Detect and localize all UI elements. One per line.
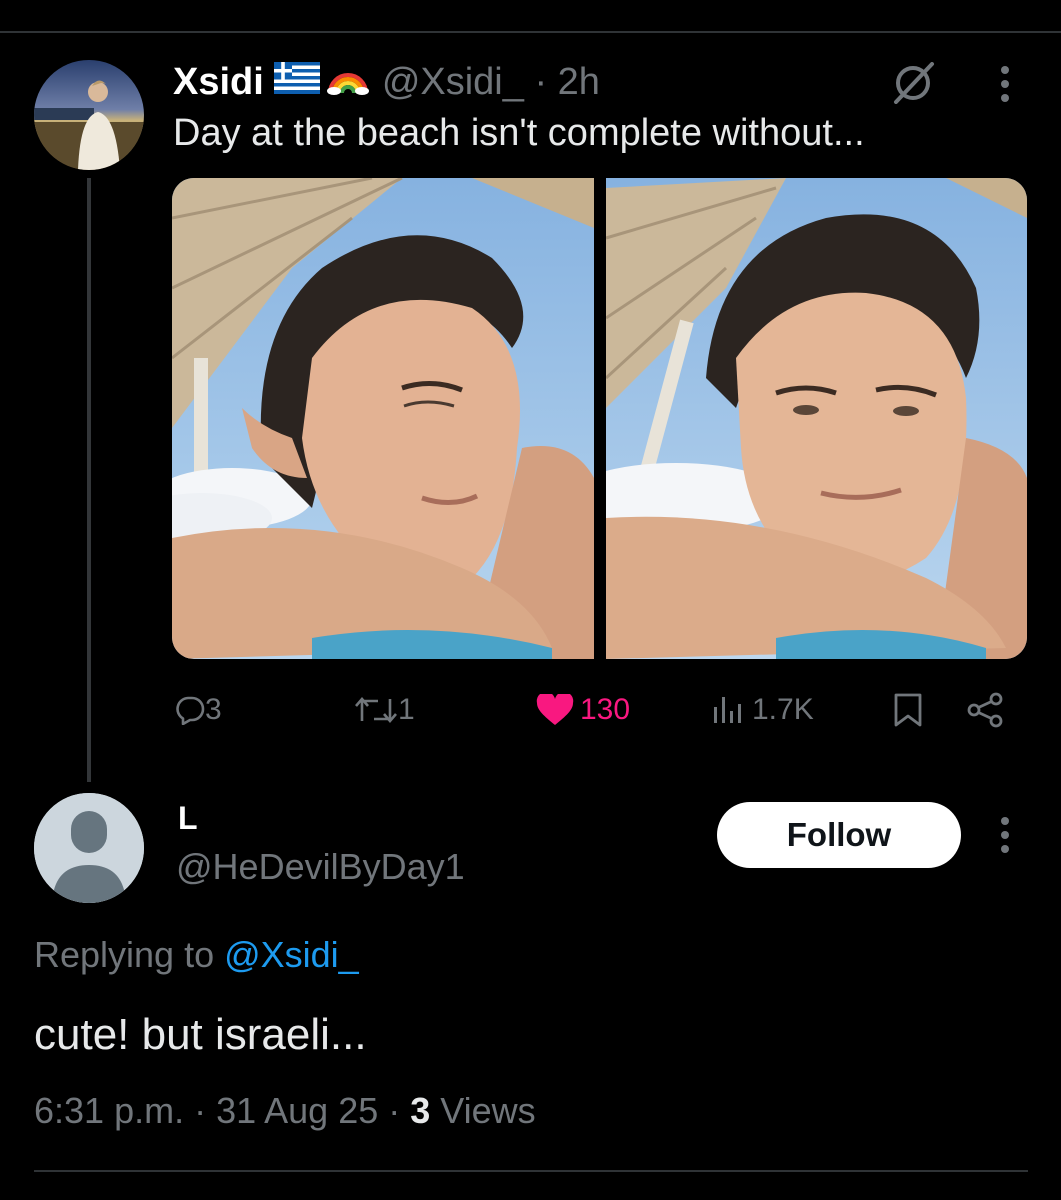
like-count: 130 bbox=[580, 693, 631, 726]
reply-author-handle[interactable]: @HeDevilByDay1 bbox=[176, 846, 465, 888]
more-options-icon[interactable] bbox=[990, 64, 1020, 104]
follow-button[interactable]: Follow bbox=[717, 802, 961, 868]
tweet-action-bar: 3 1 130 1.7K bbox=[0, 684, 1061, 736]
replying-prefix: Replying to bbox=[34, 934, 225, 975]
reply-button[interactable]: 3 bbox=[175, 684, 222, 736]
reply-count: 3 bbox=[205, 693, 222, 726]
repost-button[interactable]: 1 bbox=[354, 684, 415, 736]
reply-views-label: Views bbox=[430, 1090, 536, 1131]
time-separator: · bbox=[523, 60, 558, 103]
bookmark-icon bbox=[892, 692, 924, 728]
reply-timestamp[interactable]: 6:31 p.m. · 31 Aug 25 · bbox=[34, 1090, 410, 1131]
tweet-photo-1[interactable] bbox=[172, 178, 594, 659]
reply-metadata: 6:31 p.m. · 31 Aug 25 · 3 Views bbox=[34, 1090, 536, 1132]
author-name[interactable]: Xsidi bbox=[173, 61, 264, 104]
author-handle[interactable]: @Xsidi_ bbox=[382, 61, 524, 104]
tweet-time[interactable]: 2h bbox=[558, 61, 600, 104]
reply-views-count: 3 bbox=[410, 1090, 431, 1131]
repost-count: 1 bbox=[398, 693, 415, 726]
grok-icon[interactable] bbox=[888, 62, 938, 104]
greece-flag-icon bbox=[273, 61, 320, 104]
reply-author-name[interactable]: L bbox=[178, 800, 198, 837]
reply-author-avatar[interactable] bbox=[34, 793, 144, 903]
tweet-photo-2[interactable] bbox=[606, 178, 1027, 659]
rainbow-icon bbox=[326, 59, 370, 105]
tweet-text: Day at the beach isn't complete without.… bbox=[173, 112, 865, 154]
tweet-header: Xsidi @Xsidi_ · 2h bbox=[173, 58, 600, 106]
like-button[interactable]: 130 bbox=[536, 684, 630, 736]
repost-icon bbox=[354, 695, 398, 725]
views-count: 1.7K bbox=[752, 693, 814, 726]
share-icon bbox=[966, 692, 1004, 728]
author-avatar[interactable] bbox=[34, 60, 144, 170]
reply-more-options-icon[interactable] bbox=[990, 815, 1020, 855]
bottom-divider bbox=[34, 1170, 1028, 1172]
views-button[interactable]: 1.7K bbox=[712, 684, 814, 736]
analytics-icon bbox=[712, 695, 746, 725]
bookmark-button[interactable] bbox=[892, 684, 924, 736]
reply-icon bbox=[175, 695, 205, 725]
replying-to-mention[interactable]: @Xsidi_ bbox=[224, 934, 359, 975]
replying-to-line: Replying to @Xsidi_ bbox=[34, 934, 359, 976]
top-divider bbox=[0, 31, 1061, 33]
heart-filled-icon bbox=[536, 694, 574, 726]
reply-text: cute! but israeli... bbox=[34, 1010, 367, 1059]
share-button[interactable] bbox=[966, 684, 1004, 736]
